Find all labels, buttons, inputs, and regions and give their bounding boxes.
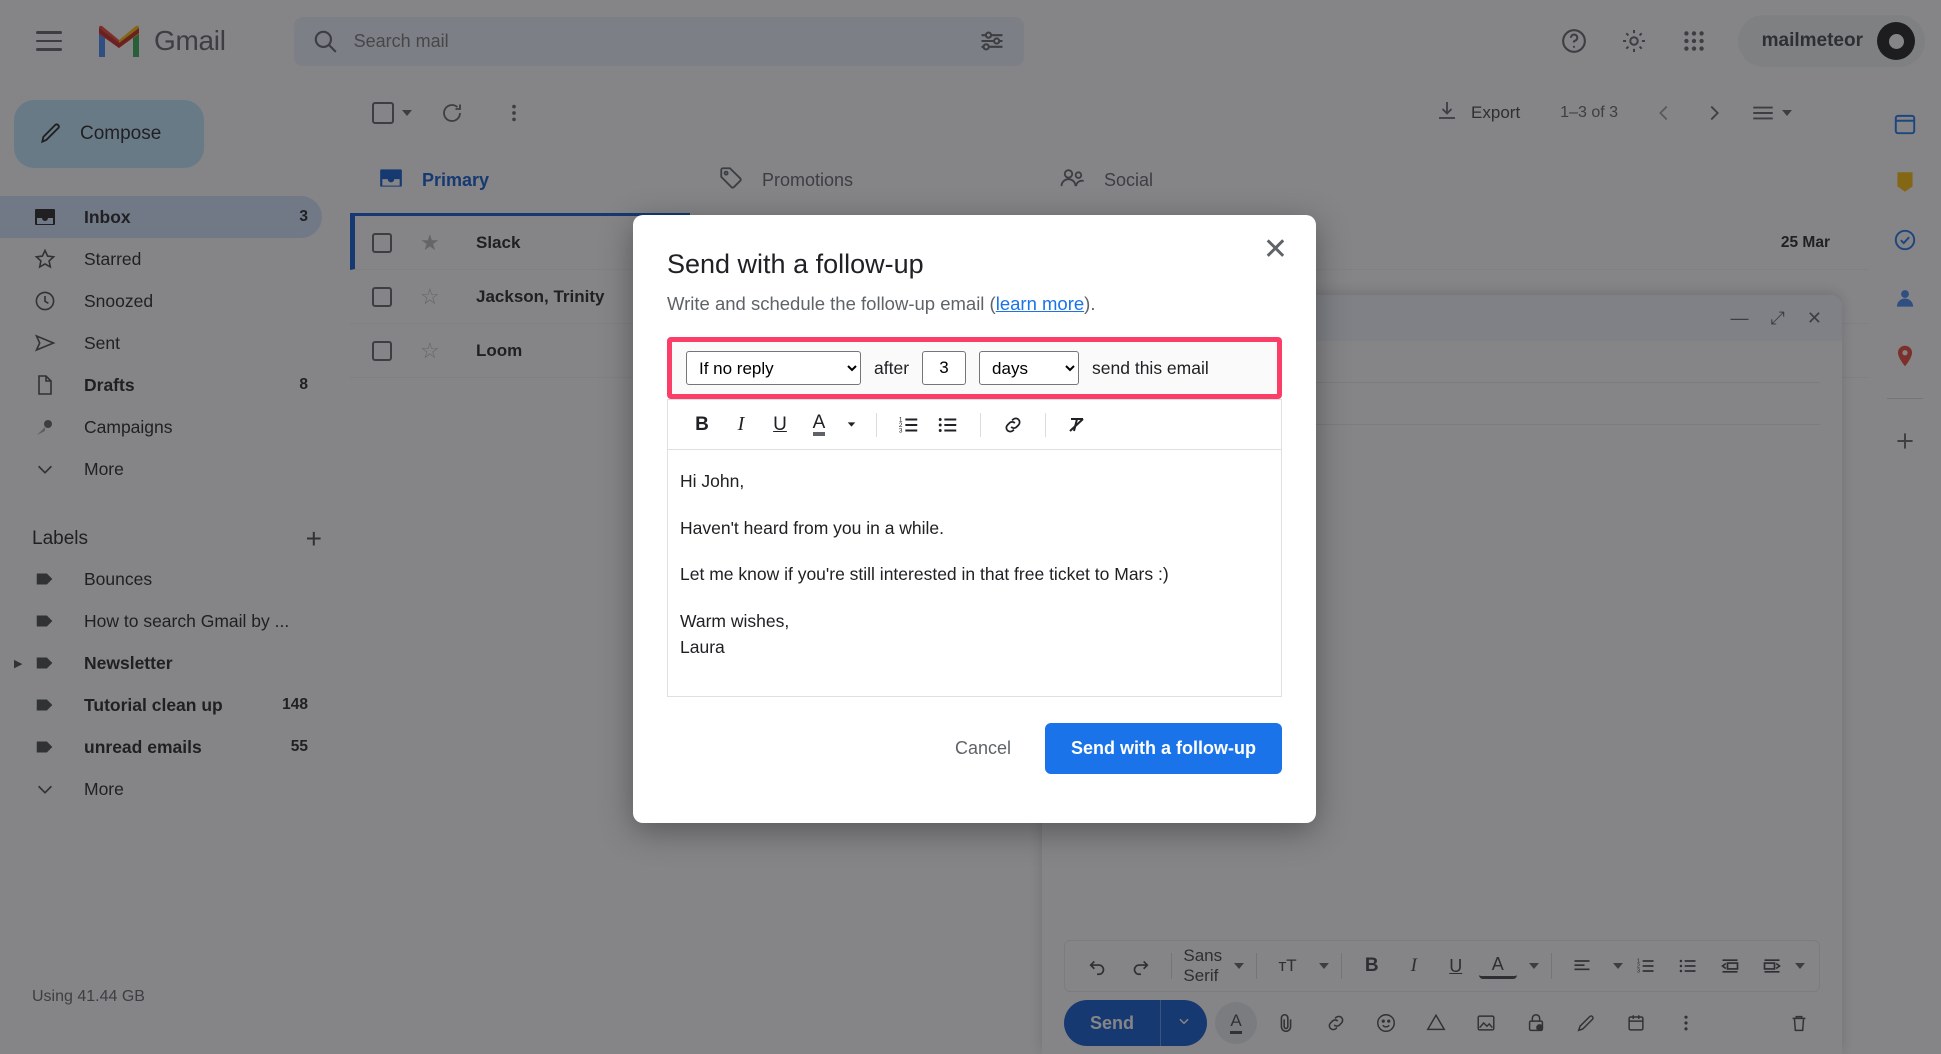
toolbar-divider <box>876 412 877 437</box>
send-this-email-label: send this email <box>1092 357 1209 378</box>
body-line: Warm wishes, <box>680 610 790 631</box>
close-icon[interactable]: ✕ <box>1263 235 1288 265</box>
underline-icon[interactable]: U <box>762 407 798 443</box>
schedule-row: If no reply after days send this email <box>667 337 1282 399</box>
modal-footer: Cancel Send with a follow-up <box>667 723 1282 774</box>
send-with-followup-button[interactable]: Send with a follow-up <box>1045 723 1282 774</box>
bulleted-list-icon[interactable] <box>930 407 966 443</box>
chevron-down-icon[interactable] <box>840 407 862 443</box>
modal-subtitle-before: Write and schedule the follow-up email ( <box>667 293 996 314</box>
body-line: Let me know if you're still interested i… <box>680 564 1169 585</box>
delay-input[interactable] <box>922 351 967 385</box>
learn-more-link[interactable]: learn more <box>996 293 1084 314</box>
modal-title: Send with a follow-up <box>667 249 924 279</box>
modal-subtitle: Write and schedule the follow-up email (… <box>667 293 1282 315</box>
bold-icon[interactable]: B <box>684 407 720 443</box>
unit-select[interactable]: days <box>979 351 1080 385</box>
body-line: Hi John, <box>680 471 745 491</box>
italic-icon[interactable]: I <box>723 407 759 443</box>
toolbar-divider <box>980 412 981 437</box>
text-color-icon[interactable]: A <box>801 407 837 443</box>
after-label: after <box>874 357 910 378</box>
follow-up-modal: ✕ Send with a follow-up Write and schedu… <box>633 215 1316 823</box>
cancel-button[interactable]: Cancel <box>929 725 1037 772</box>
toolbar-divider <box>1045 412 1046 437</box>
gmail-app: Gmail <box>0 0 1941 1054</box>
modal-format-toolbar: B I U A 123 <box>667 399 1282 449</box>
body-line: Laura <box>680 637 725 658</box>
remove-formatting-icon[interactable] <box>1060 407 1096 443</box>
numbered-list-icon[interactable]: 123 <box>891 407 927 443</box>
svg-text:3: 3 <box>899 427 903 434</box>
link-icon[interactable] <box>995 407 1031 443</box>
body-line: Haven't heard from you in a while. <box>680 517 945 538</box>
followup-body-editor[interactable]: Hi John, Haven't heard from you in a whi… <box>667 449 1282 697</box>
modal-subtitle-after: ). <box>1084 293 1096 314</box>
condition-select[interactable]: If no reply <box>686 351 861 385</box>
